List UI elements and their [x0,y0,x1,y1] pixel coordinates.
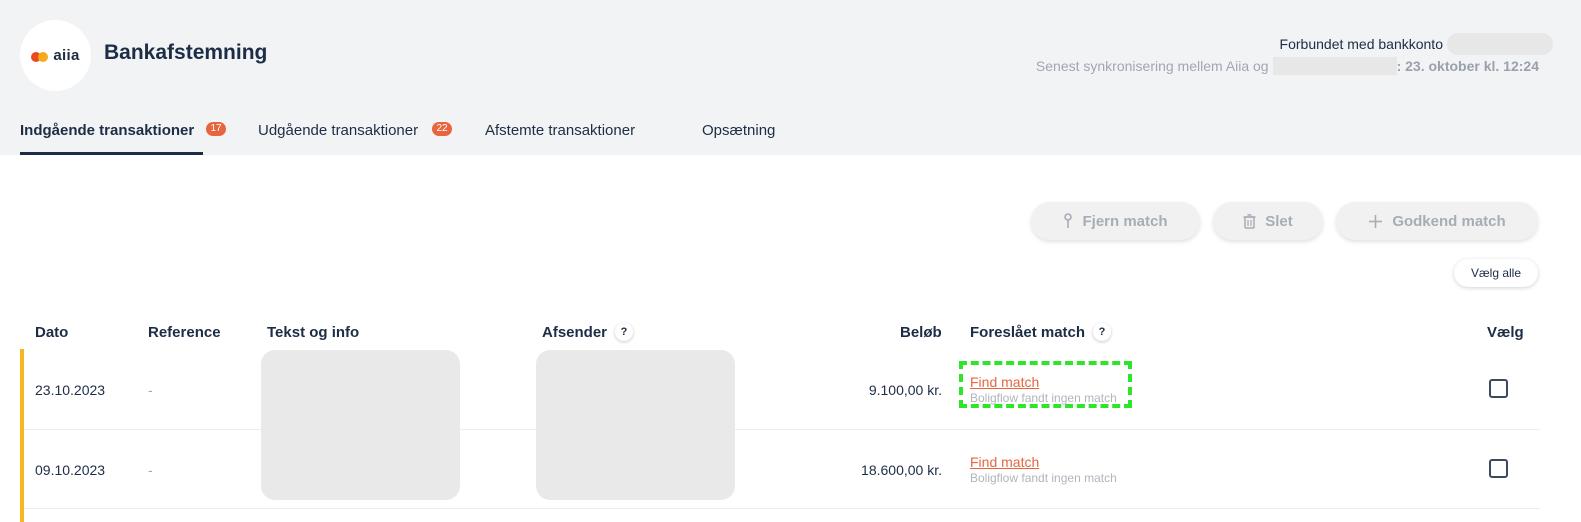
incoming-count-badge: 17 [206,122,226,136]
redacted-bank-account [1447,33,1553,55]
approve-match-label: Godkend match [1392,212,1506,230]
suggested-match-header-label: Foreslået match [970,323,1086,341]
sender-header-label: Afsender [542,323,608,341]
suggested-match-help-icon[interactable]: ? [1093,323,1112,341]
remove-match-button[interactable]: Fjern match [1031,202,1200,240]
delete-button[interactable]: Slet [1213,202,1323,240]
delete-label: Slet [1265,212,1293,230]
tab-reconciled-transactions[interactable]: Afstemte transaktioner [485,122,635,139]
amount-header-label: Beløb [900,323,942,341]
sync-status: Senest synkronisering mellem Aiia og : 2… [1036,57,1539,75]
text-info-header-label: Tekst og info [267,323,360,341]
sync-label: Senest synkronisering mellem Aiia og [1035,58,1269,74]
column-header-text-info: Tekst og info [267,323,359,341]
column-header-date: Dato [35,323,68,341]
row-divider [24,429,1540,430]
sync-date: : 23. oktober kl. 12:24 [1396,58,1539,74]
redacted-sender [536,350,735,500]
row-select-checkbox[interactable] [1489,379,1508,398]
remove-match-label: Fjern match [1082,212,1168,230]
tab-incoming-transactions[interactable]: Indgående transaktioner [20,122,194,139]
row-select-checkbox[interactable] [1489,459,1508,478]
sender-help-icon[interactable]: ? [615,323,634,341]
row-amount: 18.600,00 kr. [861,462,942,478]
select-all-button[interactable]: Vælg alle [1454,259,1538,287]
aiia-logo: aiia [20,20,91,91]
find-match-link[interactable]: Find match [970,454,1039,470]
trash-icon [1243,213,1256,229]
tab-outgoing-transactions[interactable]: Udgående transaktioner [258,122,418,139]
row-date: 23.10.2023 [35,382,106,398]
row-date: 09.10.2023 [35,462,106,478]
plus-icon [1369,214,1383,228]
column-header-sender: Afsender ? [542,323,634,341]
row-divider [24,508,1540,509]
outgoing-count-badge: 22 [432,122,452,136]
approve-match-button[interactable]: Godkend match [1336,202,1538,240]
tab-settings[interactable]: Opsætning [702,122,775,139]
select-header-label: Vælg [1487,323,1524,341]
highlight-annotation [959,361,1132,408]
page-title: Bankafstemning [104,41,268,64]
bank-connection-status: Forbundet med bankkonto [1280,33,1553,55]
column-header-reference: Reference [148,323,221,341]
bank-connected-label: Forbundet med bankkonto [1279,36,1443,52]
header-area: aiia Bankafstemning Forbundet med bankko… [0,0,1581,155]
active-tab-indicator [20,152,203,155]
row-reference: - [148,462,153,478]
logo-dots-icon [31,50,49,62]
row-reference: - [148,382,153,398]
row-status-indicator [20,349,24,522]
date-header-label: Dato [35,323,69,341]
reference-header-label: Reference [148,323,221,341]
column-header-amount: Beløb [900,323,942,341]
redacted-bank-name [1272,57,1397,75]
pin-icon [1064,213,1073,228]
redacted-text-info [261,350,460,500]
column-header-suggested-match: Foreslået match ? [970,323,1112,341]
match-note: Boligflow fandt ingen match [970,471,1117,485]
column-header-select: Vælg [1487,323,1524,341]
logo-word: aiia [53,47,80,64]
row-amount: 9.100,00 kr. [868,382,942,398]
